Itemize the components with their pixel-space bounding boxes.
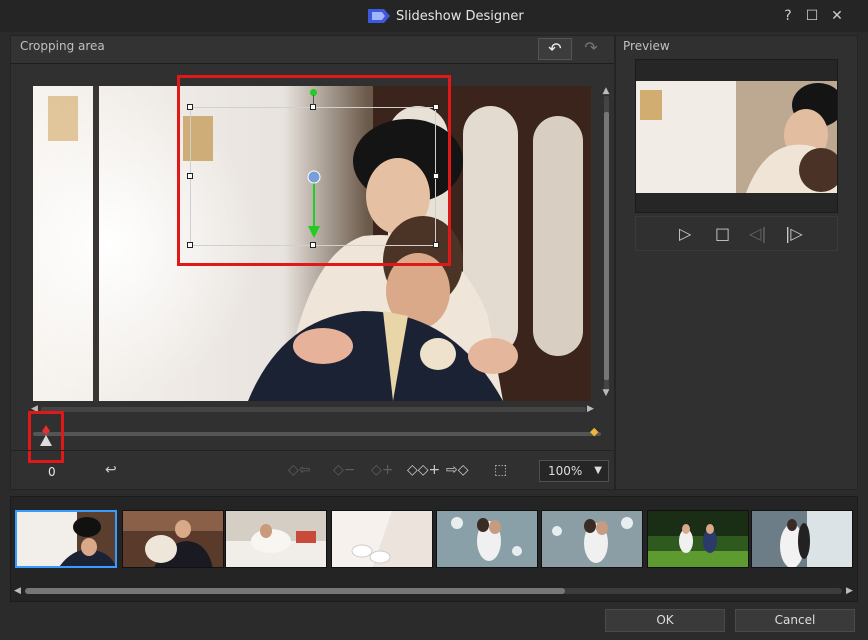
thumbnail-5[interactable] — [436, 510, 538, 568]
window-title: Slideshow Designer — [396, 8, 524, 24]
zoom-value: 100% — [548, 464, 583, 478]
filmstrip-scroll-right-arrow[interactable]: ▶ — [846, 586, 853, 596]
filmstrip-scroll-left-arrow[interactable]: ◀ — [14, 586, 21, 596]
app-logo-icon — [368, 9, 390, 23]
filmstrip-scrollbar[interactable]: ◀ ▶ — [11, 584, 857, 598]
thumbnail-2[interactable] — [122, 510, 224, 568]
crop-highlight-box — [177, 75, 451, 266]
cropping-title: Cropping area — [20, 39, 105, 53]
close-button[interactable]: ✕ — [829, 8, 845, 24]
add-keyframe-button[interactable]: ◇+ — [371, 460, 394, 480]
cropping-panel: Cropping area ↶ ↷ ▲ ▼ ◀ ▶ ◆ 0 ↩ ◇⇦ ◇− ◇+… — [10, 35, 615, 490]
horizontal-scroll-track[interactable] — [41, 407, 586, 412]
preview-screen — [635, 59, 838, 213]
thumbnail-8[interactable] — [751, 510, 853, 568]
chevron-down-icon: ▼ — [594, 465, 602, 476]
prev-keyframe-button[interactable]: ◇⇦ — [288, 460, 311, 480]
next-keyframe-button[interactable]: ⇨◇ — [446, 460, 469, 480]
preview-controls: ▷ □ ◁| |▷ — [635, 216, 838, 251]
play-button[interactable]: ▷ — [679, 225, 691, 243]
thumbnail-1[interactable] — [15, 510, 117, 568]
current-time: 0 — [48, 465, 56, 479]
help-button[interactable]: ? — [780, 8, 796, 24]
title-bar: Slideshow Designer ? ☐ ✕ — [0, 0, 868, 32]
thumbnail-3[interactable] — [225, 510, 327, 568]
vertical-scroll-thumb[interactable] — [604, 112, 609, 380]
horizontal-scrollbar[interactable]: ◀ ▶ — [31, 404, 596, 414]
redo-button[interactable]: ↷ — [574, 38, 608, 60]
preview-title: Preview — [623, 39, 670, 53]
keyframe-toolbar: 0 ↩ ◇⇦ ◇− ◇+ ◇◇+ ⇨◇ ⬚ 100% ▼ — [11, 450, 614, 490]
filmstrip-scroll-thumb[interactable] — [25, 588, 565, 594]
prev-frame-button[interactable]: ◁| — [749, 225, 767, 243]
maximize-button[interactable]: ☐ — [804, 8, 820, 24]
scroll-up-arrow[interactable]: ▲ — [601, 86, 611, 96]
undo-button[interactable]: ↶ — [538, 38, 572, 60]
thumbnail-4[interactable] — [331, 510, 433, 568]
thumbnail-7[interactable] — [647, 510, 749, 568]
ok-button[interactable]: OK — [605, 609, 725, 632]
scroll-right-arrow[interactable]: ▶ — [587, 404, 594, 414]
vertical-scrollbar[interactable]: ▲ ▼ — [601, 86, 611, 401]
duplicate-keyframe-button[interactable]: ◇◇+ — [407, 460, 440, 480]
keyframe-timeline[interactable] — [33, 432, 601, 436]
scroll-down-arrow[interactable]: ▼ — [601, 388, 611, 398]
thumbnail-6[interactable] — [541, 510, 643, 568]
stop-button[interactable]: □ — [715, 225, 730, 243]
fit-view-button[interactable]: ⬚ — [494, 460, 507, 480]
remove-keyframe-button[interactable]: ◇− — [333, 460, 356, 480]
preview-image — [636, 81, 837, 193]
preview-panel: Preview ▷ □ ◁| |▷ — [615, 35, 858, 490]
title-group: Slideshow Designer — [368, 7, 524, 25]
cropping-header: Cropping area ↶ ↷ — [11, 36, 614, 64]
return-icon[interactable]: ↩ — [105, 460, 117, 480]
next-frame-button[interactable]: |▷ — [785, 225, 803, 243]
filmstrip: ◀ ▶ — [10, 496, 858, 602]
end-keyframe-icon[interactable]: ◆ — [590, 425, 598, 438]
cancel-button[interactable]: Cancel — [735, 609, 855, 632]
zoom-select[interactable]: 100% ▼ — [539, 460, 609, 482]
